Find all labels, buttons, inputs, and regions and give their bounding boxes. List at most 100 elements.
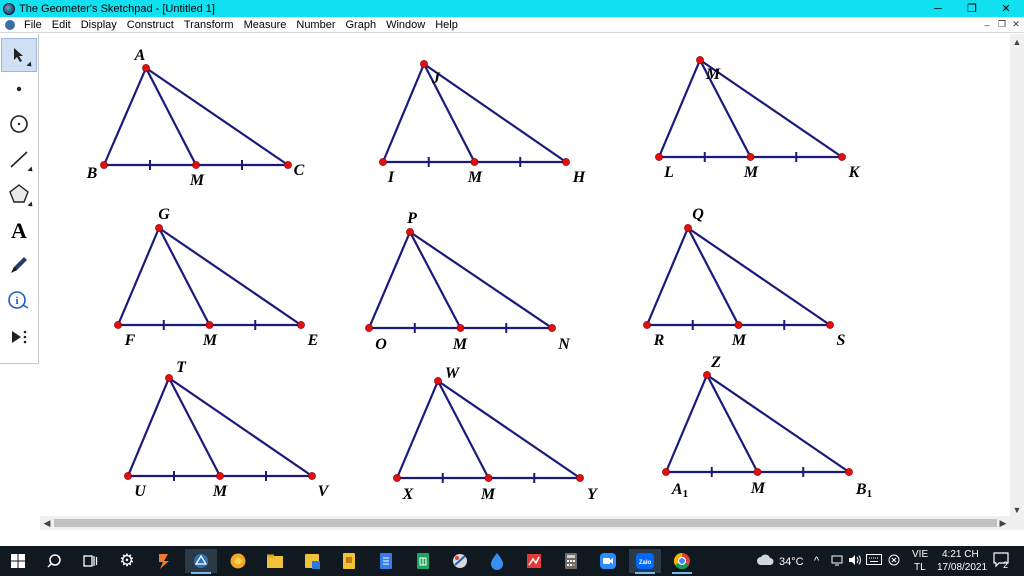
triangle-9-right-label[interactable]: B1 — [855, 481, 872, 500]
triangle-1-left-label[interactable]: B — [86, 165, 98, 182]
weather-icon[interactable] — [756, 553, 774, 569]
triangle-8-left-point[interactable] — [393, 474, 401, 482]
taskbar-app-3[interactable] — [333, 549, 365, 573]
triangle-4-left-point[interactable] — [114, 321, 122, 329]
text-tool[interactable]: A — [1, 214, 37, 248]
triangle-9-left-side-segment[interactable] — [664, 374, 709, 473]
menu-construct[interactable]: Construct — [122, 19, 179, 31]
triangle-3-left-point[interactable] — [655, 153, 663, 161]
triangle-8-left-side-segment[interactable] — [395, 380, 440, 479]
taskbar-calculator[interactable] — [555, 549, 587, 573]
triangle-1-left-point[interactable] — [100, 161, 108, 169]
document-minimize-button[interactable]: – — [980, 18, 994, 31]
menu-transform[interactable]: Transform — [179, 19, 239, 31]
triangle-4-right-point[interactable] — [297, 321, 305, 329]
triangle-6-right-side-segment[interactable] — [687, 227, 831, 326]
triangle-1-midpoint-label[interactable]: M — [189, 172, 205, 189]
triangle-1-median-segment[interactable] — [145, 67, 197, 166]
triangle-8-midpoint-label[interactable]: M — [480, 486, 496, 503]
triangle-2-apex-point[interactable] — [420, 60, 428, 68]
triangle-1-apex-label[interactable]: A — [134, 47, 146, 64]
triangle-6-left-side-segment[interactable] — [645, 227, 690, 326]
triangle-7-midpoint-label[interactable]: M — [212, 483, 228, 500]
clock-date[interactable]: 17/08/2021 — [937, 562, 987, 573]
menu-help[interactable]: Help — [430, 19, 463, 31]
triangle-5-apex-point[interactable] — [406, 228, 414, 236]
search-button[interactable] — [38, 549, 70, 573]
settings-button[interactable]: ⚙ — [111, 549, 143, 573]
triangle-5-midpoint-label[interactable]: M — [452, 336, 468, 353]
triangle-2-midpoint[interactable] — [470, 158, 479, 166]
triangle-8-midpoint[interactable] — [484, 474, 493, 482]
triangle-2-right-side-segment[interactable] — [423, 63, 567, 163]
triangle-9-apex-label[interactable]: Z — [710, 354, 721, 371]
taskbar-sheets[interactable] — [407, 549, 439, 573]
task-view-button[interactable] — [74, 549, 106, 573]
triangle-4-median-segment[interactable] — [158, 227, 211, 326]
language-indicator-top[interactable]: VIE — [912, 549, 928, 560]
compass-tool[interactable] — [1, 107, 37, 141]
menu-window[interactable]: Window — [381, 19, 430, 31]
close-button[interactable]: ✕ — [989, 0, 1023, 17]
taskbar-app-6[interactable] — [518, 549, 550, 573]
taskbar-app-5[interactable] — [481, 549, 513, 573]
triangle-6-apex-label[interactable]: Q — [692, 206, 704, 223]
triangle-5-apex-label[interactable]: P — [406, 210, 417, 227]
triangle-2-left-side-segment[interactable] — [381, 63, 426, 163]
sketch-canvas[interactable]: A B M C J I M H M L M K G F M E P O M N Q R M S T U M V W X M Y Z A1 M B1 — [40, 34, 1010, 516]
information-tool[interactable]: i — [1, 284, 37, 318]
triangle-4-midpoint[interactable] — [205, 321, 214, 329]
triangle-2-left-point[interactable] — [379, 158, 387, 166]
triangle-8-right-label[interactable]: Y — [587, 486, 598, 503]
triangle-7-right-point[interactable] — [308, 472, 316, 480]
triangle-4-apex-label[interactable]: G — [158, 206, 170, 223]
triangle-2-left-label[interactable]: I — [387, 169, 395, 186]
triangle-5-left-point[interactable] — [365, 324, 373, 332]
triangle-9-right-point[interactable] — [845, 468, 853, 476]
triangle-9-apex-point[interactable] — [703, 371, 711, 379]
notification-count[interactable]: 2 — [1003, 560, 1008, 570]
triangle-6-left-point[interactable] — [643, 321, 651, 329]
scroll-right-arrow-icon[interactable]: ▶ — [997, 517, 1009, 529]
menu-measure[interactable]: Measure — [239, 19, 292, 31]
triangle-6-apex-point[interactable] — [684, 224, 692, 232]
triangle-5-median-segment[interactable] — [409, 231, 462, 329]
triangle-2-right-point[interactable] — [562, 158, 570, 166]
triangle-3-midpoint[interactable] — [746, 153, 755, 161]
triangle-5-midpoint[interactable] — [456, 324, 465, 332]
menu-number[interactable]: Number — [291, 19, 340, 31]
clock-time[interactable]: 4:21 CH — [942, 549, 979, 560]
triangle-6-median-segment[interactable] — [687, 227, 740, 326]
document-close-button[interactable]: ✕ — [1009, 18, 1023, 31]
triangle-7-left-point[interactable] — [124, 472, 132, 480]
taskbar-browser[interactable] — [222, 549, 254, 573]
horizontal-scroll-thumb[interactable] — [54, 519, 997, 527]
taskbar-sketchpad[interactable] — [185, 549, 217, 574]
taskbar-zoom[interactable] — [592, 549, 624, 573]
notification-icon[interactable] — [993, 552, 1011, 571]
marker-tool[interactable] — [1, 248, 37, 282]
tray-close-icon[interactable] — [888, 554, 900, 569]
taskbar-app-4[interactable] — [444, 549, 476, 573]
triangle-3-apex-point[interactable] — [696, 56, 704, 64]
triangle-6-right-label[interactable]: S — [837, 332, 846, 349]
network-icon[interactable] — [831, 554, 843, 569]
document-restore-button[interactable]: ❐ — [995, 18, 1009, 31]
weather-temperature[interactable]: 34°C — [779, 556, 804, 568]
triangle-9-left-point[interactable] — [662, 468, 670, 476]
straightedge-tool[interactable] — [1, 142, 37, 176]
menu-file[interactable]: File — [19, 19, 47, 31]
language-indicator-bottom[interactable]: TL — [914, 562, 926, 573]
triangle-1-right-point[interactable] — [284, 161, 292, 169]
menu-display[interactable]: Display — [76, 19, 122, 31]
triangle-2-apex-label[interactable]: J — [431, 70, 441, 87]
triangle-5-right-side-segment[interactable] — [409, 231, 553, 329]
taskbar-app-1[interactable] — [148, 549, 180, 573]
triangle-7-left-label[interactable]: U — [134, 483, 147, 500]
triangle-6-midpoint[interactable] — [734, 321, 743, 329]
triangle-4-midpoint-label[interactable]: M — [202, 332, 218, 349]
triangle-4-apex-point[interactable] — [155, 224, 163, 232]
triangle-4-left-side-segment[interactable] — [116, 227, 161, 326]
vertical-scrollbar[interactable]: ▲ ▼ — [1010, 34, 1024, 530]
triangle-3-right-label[interactable]: K — [848, 164, 861, 181]
